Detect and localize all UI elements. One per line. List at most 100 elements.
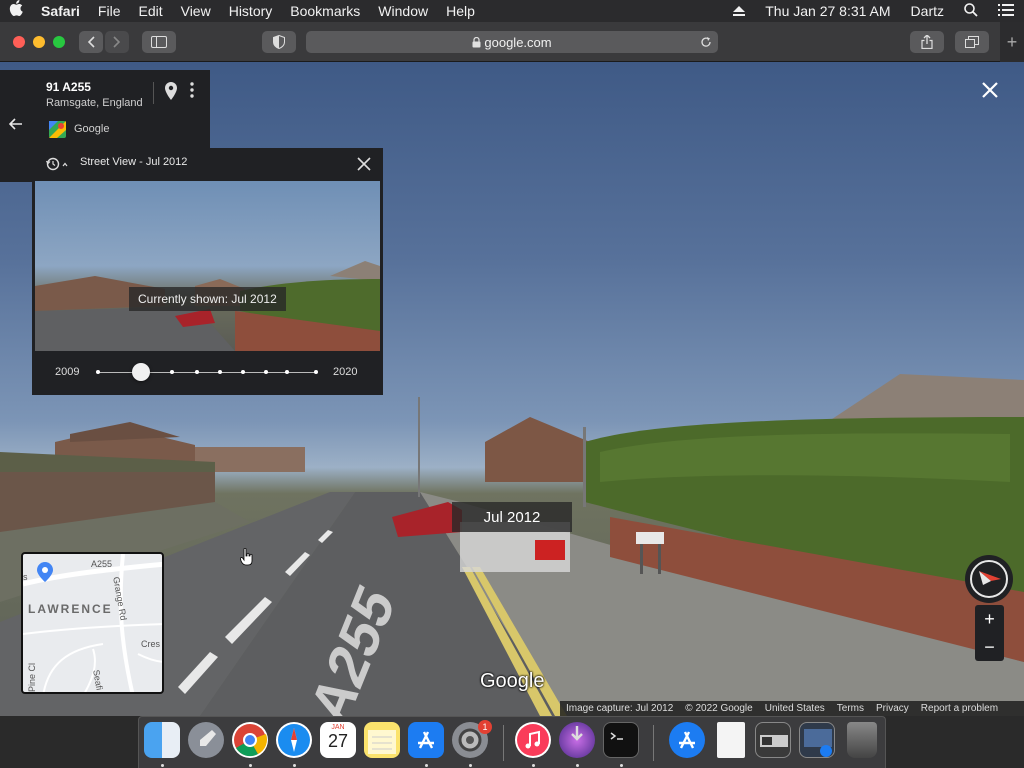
location-subtitle: Ramsgate, England [46,97,143,109]
timeline-stop[interactable] [264,370,268,374]
timeline-stop[interactable] [241,370,245,374]
spotlight-search-icon[interactable] [954,2,988,20]
chevron-left-icon [87,36,95,48]
app-store-folder-icon[interactable] [669,722,705,758]
chrome-icon[interactable] [232,722,268,758]
dock-separator [503,725,504,761]
tabs-icon [965,36,979,48]
sidebar-button[interactable] [142,31,176,53]
calendar-day: 27 [327,731,349,751]
url-text: google.com [484,34,552,50]
back-button[interactable] [79,31,103,53]
zoom-out-button[interactable]: − [975,633,1004,661]
eject-icon[interactable] [723,3,755,19]
launchpad-icon[interactable] [188,722,224,758]
menu-edit[interactable]: Edit [129,0,171,22]
map-pin-icon[interactable] [165,82,177,105]
map-area-label: LAWRENCE [28,602,113,616]
timeline-slider-thumb[interactable] [132,363,150,381]
window-minimize-button[interactable] [33,36,45,48]
running-indicator [469,764,472,767]
menu-help[interactable]: Help [437,0,484,22]
window-close-button[interactable] [13,36,25,48]
calendar-month: JAN [331,724,345,731]
tab-overview-button[interactable] [955,31,989,53]
google-maps-icon [49,121,66,143]
dock: JAN 27 1 [138,716,886,768]
downloads-installer-icon[interactable] [559,722,595,758]
menu-window[interactable]: Window [369,0,437,22]
map-label: s [23,572,28,582]
slider-end-year: 2020 [333,366,358,378]
timeline-stop[interactable] [170,370,174,374]
chevron-right-icon [113,36,121,48]
timeline-stop[interactable] [314,370,318,374]
running-indicator [532,764,535,767]
window-zoom-button[interactable] [53,36,65,48]
hand-cursor-icon [240,547,254,571]
calendar-icon[interactable]: JAN 27 [320,722,356,758]
screenshot-folder-icon[interactable] [755,722,791,758]
document-icon[interactable] [717,722,745,758]
image-capture-date: Image capture: Jul 2012 [566,703,674,714]
history-icon[interactable] [45,157,68,176]
downloads-stack-icon[interactable] [799,722,835,758]
compass-control[interactable] [965,555,1013,603]
timeline-stop[interactable] [218,370,222,374]
report-problem-link[interactable]: Report a problem [915,703,1004,714]
timeline-stop[interactable] [195,370,199,374]
browser-toolbar: google.com [0,22,1024,62]
music-icon[interactable] [515,722,551,758]
menu-bookmarks[interactable]: Bookmarks [281,0,369,22]
historical-preview-image[interactable] [35,181,380,351]
dock-separator [653,725,654,761]
menu-file[interactable]: File [89,0,130,22]
forward-button[interactable] [105,31,129,53]
menu-history[interactable]: History [220,0,282,22]
provider-label: Google [74,123,110,135]
running-indicator [161,764,164,767]
new-tab-button[interactable]: + [1000,22,1024,62]
reload-icon[interactable] [700,36,712,48]
zoom-in-button[interactable]: + [975,605,1004,633]
app-store-icon[interactable] [408,722,444,758]
menu-user[interactable]: Dartz [901,3,954,19]
currently-shown-label: Currently shown: Jul 2012 [129,287,286,311]
location-pin-icon [37,562,53,587]
sidebar-icon [151,36,167,48]
safari-icon[interactable] [276,722,312,758]
privacy-report-button[interactable] [262,31,296,53]
notification-badge: 1 [478,720,492,734]
menu-view[interactable]: View [172,0,220,22]
location-info-card: 91 A255 Ramsgate, England Google [32,70,210,150]
more-options-icon[interactable] [190,82,194,103]
menu-clock[interactable]: Thu Jan 27 8:31 AM [755,3,900,19]
terminal-icon[interactable] [603,722,639,758]
mini-map[interactable]: s A255 Grange Rd LAWRENCE Cres Pine Cl S… [21,552,164,694]
map-label: Pine Cl [27,662,37,692]
notes-icon[interactable] [364,722,400,758]
time-panel-header: Street View - Jul 2012 [80,156,188,168]
timeline-stop[interactable] [96,370,100,374]
apple-icon[interactable] [0,0,32,22]
timeline-slider-track[interactable] [97,372,317,373]
capture-date-label: Jul 2012 [452,502,572,532]
trash-icon[interactable] [847,722,877,758]
attribution-footer: Image capture: Jul 2012 © 2022 Google Un… [560,701,1024,716]
close-street-view-button[interactable] [978,80,1002,104]
menu-app-name[interactable]: Safari [32,0,89,22]
map-label: A255 [91,559,113,569]
timeline-stop[interactable] [285,370,289,374]
address-bar[interactable]: google.com [306,31,718,53]
back-arrow-button[interactable] [0,70,32,182]
region-link[interactable]: United States [759,703,831,714]
close-icon[interactable] [357,157,371,176]
privacy-link[interactable]: Privacy [870,703,915,714]
map-label: Cres [141,639,161,649]
terms-link[interactable]: Terms [831,703,870,714]
share-button[interactable] [910,31,944,53]
control-list-icon[interactable] [988,3,1024,19]
google-logo: Google [480,670,545,692]
divider [153,82,154,104]
finder-icon[interactable] [144,722,180,758]
